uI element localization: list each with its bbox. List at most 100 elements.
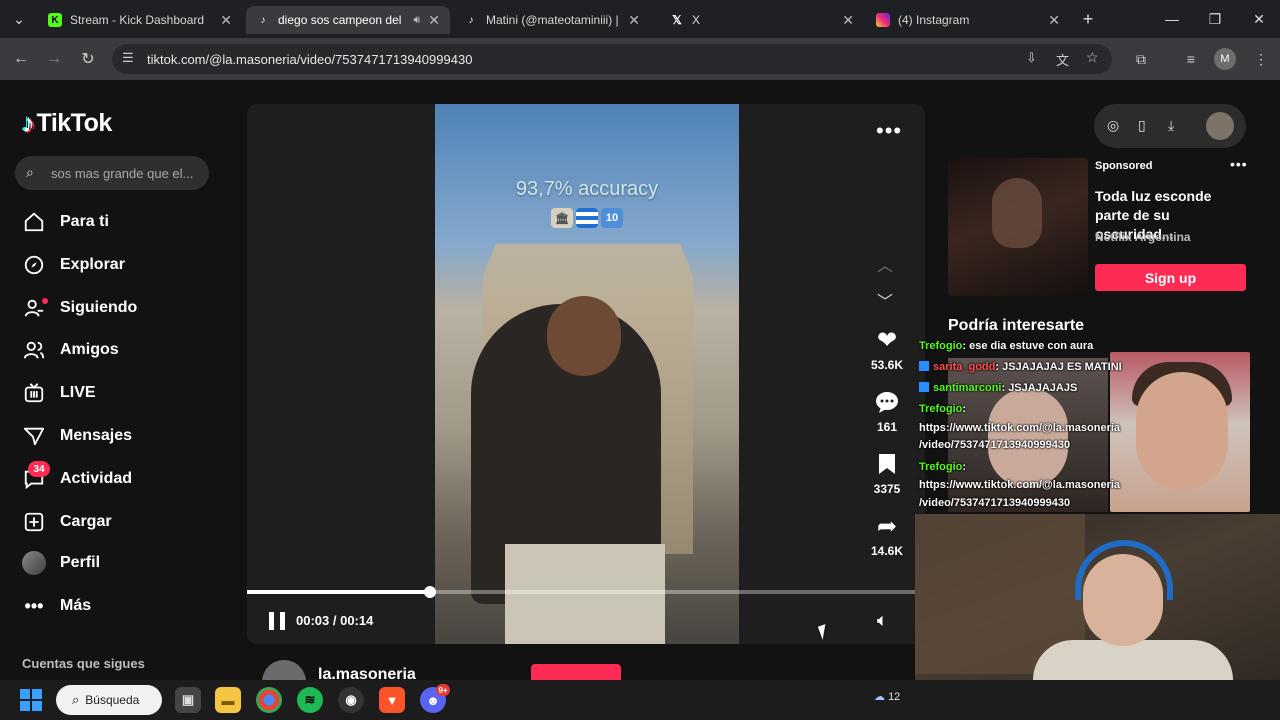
tiktok-icon: ♪ (468, 14, 474, 26)
search-box[interactable]: ⌕ (15, 156, 209, 190)
taskbar-search[interactable]: ⌕ Búsqueda (56, 685, 162, 715)
tiktok-page: ♪ TikTok ⌕ Para ti Explorar Siguiendo Am… (0, 80, 1280, 680)
video-scene (547, 296, 621, 376)
following-accounts-header: Cuentas que sigues (22, 656, 145, 671)
browser-menu-icon[interactable]: ⋮ (1250, 48, 1272, 70)
spotify-icon[interactable]: ≋ (297, 687, 323, 713)
video-scene (1033, 640, 1233, 680)
nav-perfil[interactable]: Perfil (22, 548, 100, 578)
author-avatar[interactable] (262, 660, 306, 680)
search-input[interactable] (51, 156, 201, 190)
chrome-icon[interactable] (256, 687, 282, 713)
tab-tiktok-matini[interactable]: ♪ Matini (@mateotaminiii) | Ti ✕ (454, 6, 650, 34)
nav-actividad[interactable]: 34 Actividad (22, 461, 133, 494)
video-frame[interactable]: 93,7% accuracy 🏛︎ 10 (435, 104, 739, 644)
reload-button[interactable]: ↻ (77, 48, 99, 70)
nav-explorar[interactable]: Explorar (22, 250, 125, 280)
close-icon[interactable]: ✕ (428, 12, 440, 29)
video-scene (505, 544, 665, 644)
progress-fill (247, 590, 431, 594)
download-icon[interactable]: ⤓ (1168, 117, 1174, 134)
volume-icon[interactable]: 🔈︎ (877, 610, 888, 631)
close-window-button[interactable]: ✕ (1248, 8, 1270, 30)
follow-button[interactable] (531, 664, 621, 680)
translate-icon[interactable]: 文 (1056, 50, 1069, 69)
video-emoji-row: 🏛︎ 10 (551, 208, 623, 228)
back-button[interactable]: ← (10, 48, 32, 70)
site-info-icon[interactable]: ☰ (122, 50, 134, 66)
nav-live[interactable]: LIVE (22, 378, 96, 408)
share-button[interactable]: ➦ 14.6K (865, 512, 909, 559)
nav-label: Actividad (60, 470, 133, 487)
chat-message: santimarconi: JSJAJAJAJS (919, 380, 1077, 396)
chat-text: : (962, 461, 967, 473)
messages-icon (22, 424, 46, 448)
address-bar[interactable]: ☰ tiktok.com/@la.masoneria/video/7537471… (112, 44, 1112, 74)
tab-x[interactable]: 𝕏 X ✕ (660, 6, 864, 34)
extensions-icon[interactable]: ⧉ (1130, 48, 1152, 70)
more-icon: ••• (24, 595, 44, 616)
user-avatar[interactable] (1206, 112, 1234, 140)
video-progress-bar[interactable] (247, 586, 925, 598)
close-icon[interactable]: ✕ (842, 12, 854, 29)
like-button[interactable]: ❤ 53.6K (865, 326, 909, 373)
coins-icon[interactable]: ◎ (1107, 117, 1119, 134)
author-handle[interactable]: la.masoneria (318, 666, 416, 680)
brave-icon[interactable]: ▼ (379, 687, 405, 713)
forward-button[interactable]: → (43, 48, 65, 70)
chat-message: Trefogio: ese dia estuve con aura (919, 338, 1093, 354)
install-app-icon[interactable]: ⇩ (1026, 50, 1037, 66)
close-icon[interactable]: ✕ (1048, 12, 1060, 29)
device-icon[interactable]: ▯ (1138, 117, 1146, 134)
chevron-down-icon[interactable]: ﹀ (877, 288, 893, 312)
new-tab-button[interactable]: + (1077, 8, 1099, 30)
ad-more-icon[interactable]: ••• (1230, 156, 1248, 172)
greece-flag-icon (576, 208, 598, 228)
windows-start-button[interactable] (20, 689, 42, 711)
profile-avatar[interactable]: M (1214, 48, 1236, 70)
profile-avatar (22, 551, 46, 575)
nav-amigos[interactable]: Amigos (22, 335, 119, 365)
nav-para-ti[interactable]: Para ti (22, 207, 109, 237)
url-text[interactable]: tiktok.com/@la.masoneria/video/753747171… (147, 52, 472, 67)
suggestions-header: Podría interesarte (948, 317, 1085, 334)
nav-mensajes[interactable]: Mensajes (22, 421, 132, 451)
close-icon[interactable]: ✕ (220, 12, 232, 29)
chat-text: https://www.tiktok.com/@la.masoneria (919, 422, 1121, 434)
system-tray[interactable]: ☁ 12 (874, 690, 900, 703)
bookmark-star-icon[interactable]: ☆ (1086, 49, 1099, 66)
save-button[interactable]: 3375 (865, 450, 909, 496)
headphones-scene (1075, 540, 1173, 600)
signup-button[interactable]: Sign up (1095, 264, 1246, 291)
logo-text: TikTok (36, 109, 113, 137)
nav-mas[interactable]: ••• Más (22, 591, 92, 621)
media-controls-icon[interactable]: ≡ (1180, 48, 1202, 70)
file-explorer-icon[interactable]: ▬ (215, 687, 241, 713)
obs-icon[interactable]: ◉ (338, 687, 364, 713)
close-icon[interactable]: ✕ (628, 12, 640, 29)
tiktok-logo[interactable]: ♪ TikTok (22, 108, 112, 139)
tab-search-icon[interactable]: ⌄ (8, 8, 30, 30)
task-view-icon[interactable]: ▣ (175, 687, 201, 713)
chat-text: : (962, 403, 967, 415)
tab-tiktok-video[interactable]: ♪ diego sos campeon del 🔊︎ ✕ (246, 6, 450, 34)
discord-badge: 9+ (436, 684, 450, 696)
pause-button[interactable] (269, 612, 285, 630)
maximize-button[interactable]: ❐ (1204, 8, 1226, 30)
nav-cargar[interactable]: Cargar (22, 507, 112, 537)
kick-badge-icon (919, 382, 929, 392)
minimize-button[interactable]: — (1161, 8, 1183, 30)
more-options-icon[interactable]: ••• (876, 118, 902, 144)
speaker-icon[interactable]: 🔊︎ (413, 14, 420, 27)
video-player[interactable]: 93,7% accuracy 🏛︎ 10 ••• ︿ ﹀ ❤ 53.6K 161… (247, 104, 925, 644)
chat-text: /video/7537471713940999430 (919, 497, 1071, 509)
discord-icon[interactable]: ☻ 9+ (420, 684, 450, 713)
ad-thumbnail[interactable] (948, 158, 1088, 296)
tab-kick-dashboard[interactable]: K Stream - Kick Dashboard ✕ (38, 6, 242, 34)
nav-siguiendo[interactable]: Siguiendo (22, 293, 137, 323)
progress-handle[interactable] (424, 586, 437, 598)
tab-instagram[interactable]: (4) Instagram ✕ (866, 6, 1070, 34)
chevron-up-icon[interactable]: ︿ (877, 252, 893, 276)
comment-button[interactable]: 161 (865, 388, 909, 434)
browser-tab-strip: ⌄ K Stream - Kick Dashboard ✕ ♪ diego so… (0, 0, 1280, 38)
